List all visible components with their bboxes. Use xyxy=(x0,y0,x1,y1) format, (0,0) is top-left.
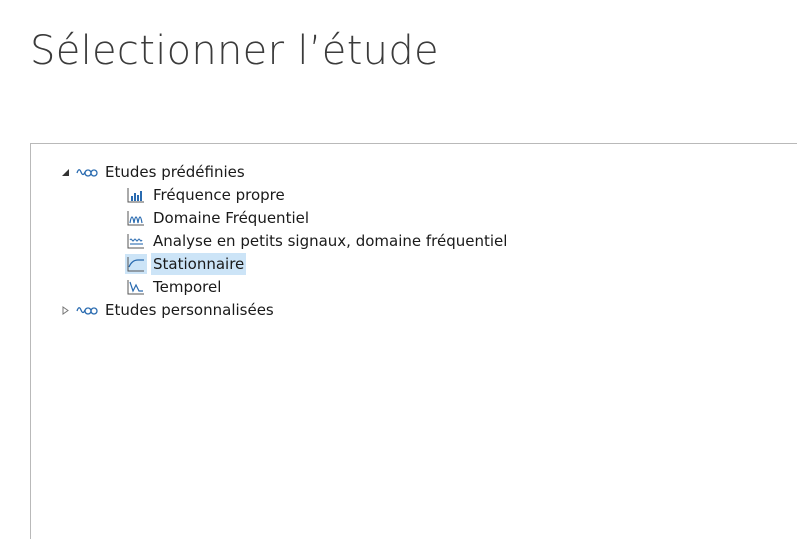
tree-node-custom-studies[interactable]: Etudes personnalisées xyxy=(59,299,276,321)
tree-node-predefined-studies[interactable]: Etudes prédéfinies xyxy=(59,161,247,183)
tree-item-label: Stationnaire xyxy=(151,253,247,275)
tree-item-label: Temporel xyxy=(153,278,222,296)
eigenfrequency-icon xyxy=(125,185,147,205)
tree-node-label: Etudes personnalisées xyxy=(105,301,274,319)
tree-item-label: Analyse en petits signaux, domaine fréqu… xyxy=(153,232,508,250)
select-study-page: Sélectionner l’étude Etudes prédéfinies xyxy=(0,0,797,539)
tree-node-label: Etudes prédéfinies xyxy=(105,163,245,181)
study-tree: Etudes prédéfinies Fréquence propre Doma… xyxy=(30,143,797,539)
expanded-triangle-icon[interactable] xyxy=(59,166,71,178)
study-group-icon xyxy=(76,303,100,317)
time-dependent-icon xyxy=(125,277,147,297)
frequency-domain-icon xyxy=(125,208,147,228)
tree-item-stationary[interactable]: Stationnaire xyxy=(125,253,247,275)
stationary-icon xyxy=(125,254,147,274)
page-title: Sélectionner l’étude xyxy=(30,28,439,74)
tree-item-label: Domaine Fréquentiel xyxy=(153,209,310,227)
tree-item-eigenfrequency[interactable]: Fréquence propre xyxy=(125,184,287,206)
tree-item-frequency-domain[interactable]: Domaine Fréquentiel xyxy=(125,207,311,229)
small-signal-icon xyxy=(125,231,147,251)
tree-item-time-dependent[interactable]: Temporel xyxy=(125,276,223,298)
collapsed-triangle-icon[interactable] xyxy=(59,304,71,316)
study-group-icon xyxy=(76,165,100,179)
tree-item-small-signal-frequency[interactable]: Analyse en petits signaux, domaine fréqu… xyxy=(125,230,509,252)
tree-item-label: Fréquence propre xyxy=(153,186,285,204)
